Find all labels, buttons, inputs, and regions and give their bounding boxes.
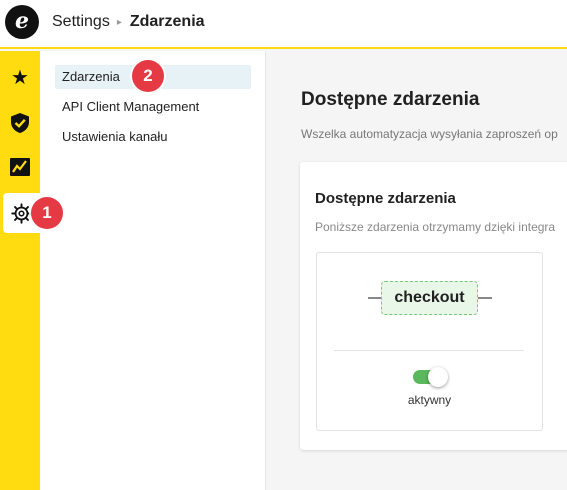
star-icon: ★: [11, 67, 29, 89]
page-description: Wszelka automatyzacja wysyłania zaprosze…: [301, 127, 558, 141]
annotation-badge-2: 2: [132, 60, 164, 92]
subnav-item-api-client-management[interactable]: API Client Management: [55, 95, 251, 119]
subnav-item-ustawienia-kanalu[interactable]: Ustawienia kanału: [55, 125, 251, 149]
events-card: Dostępne zdarzenia Poniższe zdarzenia ot…: [300, 162, 567, 450]
chart-icon: [10, 158, 30, 176]
connector-line-right: [478, 297, 492, 299]
connector-line-left: [368, 297, 382, 299]
rail-item-security[interactable]: [0, 103, 40, 143]
breadcrumb-settings[interactable]: Settings: [52, 13, 110, 31]
breadcrumb-separator-icon: ▸: [116, 16, 122, 28]
gear-icon: [11, 202, 32, 224]
toggle-knob: [428, 367, 448, 387]
event-divider: [334, 350, 524, 351]
card-title: Dostępne zdarzenia: [315, 190, 456, 207]
shield-check-icon: [11, 113, 29, 133]
event-active-toggle[interactable]: [412, 367, 448, 387]
settings-subnav: Zdarzenia API Client Management Ustawien…: [40, 51, 266, 490]
top-bar: e Settings ▸ Zdarzenia: [0, 0, 567, 49]
app-logo[interactable]: e: [5, 5, 39, 39]
breadcrumb-current: Zdarzenia: [129, 13, 205, 30]
rail-item-analytics[interactable]: [0, 147, 40, 187]
page-title: Dostępne zdarzenia: [301, 89, 480, 110]
event-tile-checkout: checkout aktywny: [316, 252, 543, 431]
main-content: Dostępne zdarzenia Wszelka automatyzacja…: [267, 51, 567, 490]
rail-item-favorites[interactable]: ★: [0, 58, 40, 98]
toggle-status-label: aktywny: [407, 393, 452, 407]
card-description: Poniższe zdarzenia otrzymamy dzięki inte…: [315, 220, 556, 234]
annotation-badge-1: 1: [31, 197, 63, 229]
icon-rail: ★: [0, 51, 40, 490]
event-chip: checkout: [381, 281, 478, 315]
breadcrumb: Settings ▸ Zdarzenia: [52, 13, 205, 31]
